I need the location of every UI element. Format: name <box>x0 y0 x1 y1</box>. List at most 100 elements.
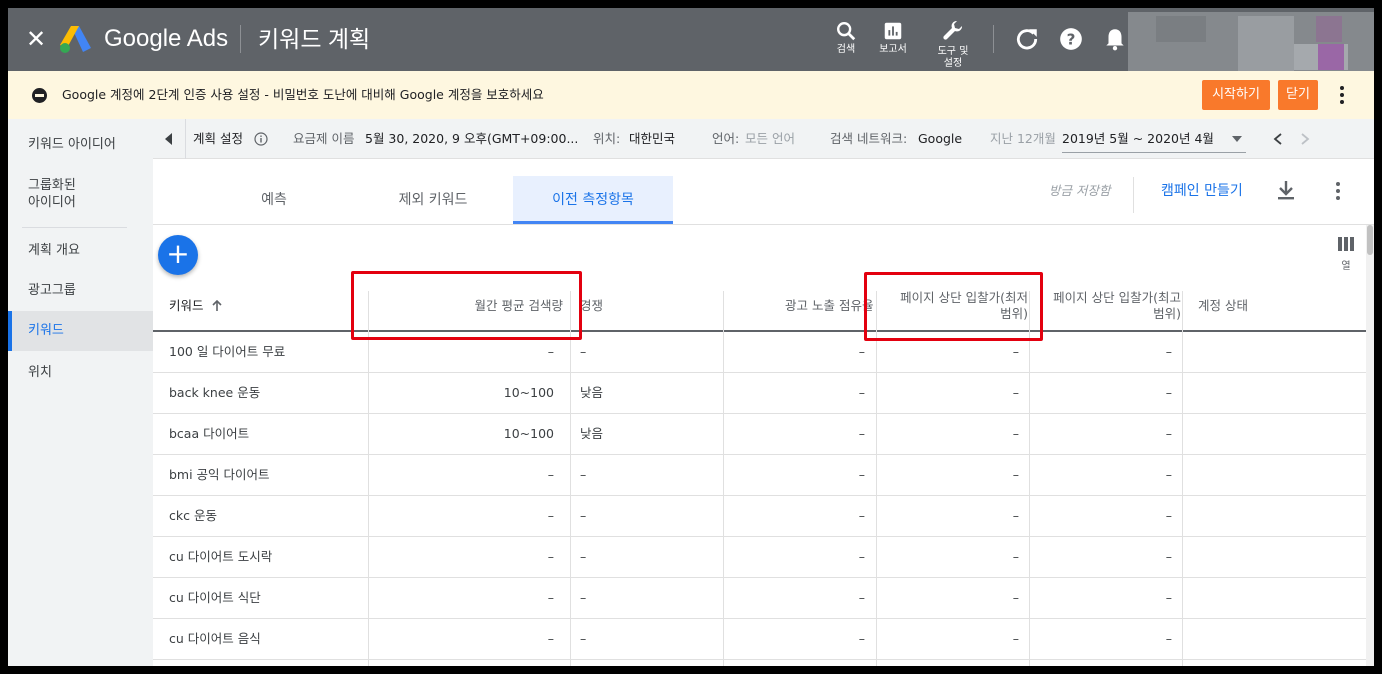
cell-avg-monthly-searches: – <box>547 549 554 564</box>
language-value[interactable]: 모든 언어 <box>745 119 795 159</box>
cell-avg-monthly-searches: – <box>547 590 554 605</box>
tools-settings-button[interactable]: 도구 및 설정 <box>923 16 983 69</box>
location-value[interactable]: 대한민국 <box>629 119 675 159</box>
actions-divider <box>1133 177 1134 213</box>
collapse-arrow-icon[interactable] <box>165 133 173 145</box>
cell-impression-share: – <box>858 467 865 482</box>
column-header-top-bid-high[interactable]: 페이지 상단 입찰가(최고 범위) <box>1041 281 1181 330</box>
column-divider <box>570 291 571 666</box>
table-row[interactable]: bmi 공익 다이어트 – – – – – <box>153 455 1366 496</box>
sidebar-item-grouped-ideas[interactable]: 그룹화된 아이디어 <box>8 177 153 213</box>
reports-tool-button[interactable]: 보고서 <box>863 16 923 66</box>
cell-keyword[interactable]: bmi 공익 다이어트 <box>169 455 359 495</box>
cell-top-bid-high: – <box>1165 385 1172 400</box>
block-icon <box>32 88 47 103</box>
more-options-icon[interactable] <box>1331 179 1345 203</box>
chevron-right-icon[interactable] <box>1300 133 1310 145</box>
help-icon[interactable]: ? <box>1058 26 1084 52</box>
cell-keyword[interactable]: cu 다이어트 음식 <box>169 619 359 659</box>
sort-arrow-up-icon[interactable] <box>211 299 222 312</box>
plan-settings-label[interactable]: 계획 설정 <box>193 119 243 159</box>
sidebar-item-keywords[interactable]: 키워드 <box>8 311 153 351</box>
cell-top-bid-low: – <box>1012 631 1019 646</box>
cell-keyword[interactable]: back knee 운동 <box>169 373 359 413</box>
cell-keyword[interactable]: ckc 운동 <box>169 496 359 536</box>
language-label: 언어: <box>712 131 740 146</box>
cell-top-bid-high: – <box>1165 508 1172 523</box>
table-row[interactable]: cu 다이어트 도시락 – – – – – <box>153 537 1366 578</box>
add-keyword-button[interactable]: + <box>158 235 198 275</box>
columns-button[interactable]: 열 <box>1336 236 1356 274</box>
plan-name-value[interactable]: 5월 30, 2020, 9 오후(GMT+09:00... <box>365 119 578 159</box>
table-header: 키워드 월간 평균 검색량 경쟁 광고 노출 점유율 페이지 상단 입찰가(최저… <box>153 281 1366 332</box>
cell-top-bid-high: – <box>1165 467 1172 482</box>
cell-competition: – <box>580 590 587 605</box>
tab-negative-keywords[interactable]: 제외 키워드 <box>353 176 513 224</box>
cell-impression-share: – <box>858 631 865 646</box>
columns-label: 열 <box>1341 261 1351 272</box>
cell-top-bid-high: – <box>1165 426 1172 441</box>
dismiss-button[interactable]: 닫기 <box>1278 80 1318 110</box>
column-header-keyword[interactable]: 키워드 <box>169 281 349 330</box>
table-row[interactable]: bcaa 다이어트 10~100 낮음 – – – <box>153 414 1366 455</box>
cell-top-bid-high: – <box>1165 590 1172 605</box>
table-row[interactable]: cu 다이어트 식단 – – – – – <box>153 578 1366 619</box>
more-vert-icon[interactable] <box>1332 84 1352 106</box>
cell-competition: – <box>580 508 587 523</box>
refresh-icon[interactable] <box>1014 26 1040 52</box>
cell-top-bid-low: – <box>1012 508 1019 523</box>
tabs-header: 예측 제외 키워드 이전 측정항목 방금 저장함 캠페인 만들기 <box>153 159 1374 225</box>
tab-forecast[interactable]: 예측 <box>195 176 353 224</box>
cell-avg-monthly-searches: 10~100 <box>503 385 554 400</box>
column-header-account-status[interactable]: 계정 상태 <box>1198 281 1318 330</box>
table-row[interactable]: cu 다이어트 음식 – – – – – <box>153 619 1366 660</box>
cell-impression-share: – <box>858 344 865 359</box>
cell-impression-share: – <box>858 508 865 523</box>
scrollbar-thumb[interactable] <box>1367 225 1373 255</box>
reports-tool-label: 보고서 <box>879 44 907 55</box>
plan-name-label: 요금제 이름 <box>293 131 355 146</box>
info-icon[interactable] <box>254 132 268 146</box>
plan-settings-bar: 계획 설정 요금제 이름 5월 30, 2020, 9 오후(GMT+09:00… <box>153 119 1374 159</box>
sidebar-item-locations[interactable]: 위치 <box>8 361 153 385</box>
cell-keyword[interactable]: cu 다이어트 식단 <box>169 578 359 618</box>
cell-keyword[interactable]: cu 다이어트 도시락 <box>169 537 359 577</box>
chevron-left-icon[interactable] <box>1273 133 1283 145</box>
column-divider <box>1029 291 1030 666</box>
cell-top-bid-low: – <box>1012 385 1019 400</box>
left-nav: 키워드 아이디어 그룹화된 아이디어 계획 개요 광고그룹 키워드 위치 <box>8 119 153 666</box>
vertical-scrollbar[interactable] <box>1366 225 1374 666</box>
cell-keyword[interactable]: bcaa 다이어트 <box>169 414 359 454</box>
cell-impression-share: – <box>858 549 865 564</box>
column-divider <box>876 291 877 666</box>
filter-divider <box>185 119 186 159</box>
top-bar: ✕ Google Ads 키워드 계획 검색 보고서 도구 및 설정 ? <box>8 8 1374 78</box>
close-icon[interactable]: ✕ <box>24 24 48 54</box>
security-notice-bar: Google 계정에 2단계 인증 사용 설정 - 비밀번호 도난에 대비해 G… <box>8 71 1374 119</box>
sidebar-item-keyword-ideas[interactable]: 키워드 아이디어 <box>8 135 153 155</box>
tab-historical-metrics[interactable]: 이전 측정항목 <box>513 176 673 224</box>
sidebar-item-ad-groups[interactable]: 광고그룹 <box>8 279 153 303</box>
table-row[interactable]: back knee 운동 10~100 낮음 – – – <box>153 373 1366 414</box>
table-row[interactable]: 100 일 다이어트 무료 – – – – – <box>153 332 1366 373</box>
table-row[interactable]: ckc 운동 – – – – – <box>153 496 1366 537</box>
date-range-value: 2019년 5월 ~ 2020년 4월 <box>1062 131 1214 146</box>
cell-top-bid-high: – <box>1165 549 1172 564</box>
create-campaign-button[interactable]: 캠페인 만들기 <box>1161 179 1243 203</box>
cell-avg-monthly-searches: – <box>547 508 554 523</box>
column-header-competition[interactable]: 경쟁 <box>580 281 620 330</box>
network-value[interactable]: Google <box>918 119 962 159</box>
brand-name: Google Ads <box>104 25 229 52</box>
reports-icon <box>884 22 902 40</box>
dropdown-arrow-icon <box>1232 136 1242 142</box>
notifications-bell-icon[interactable] <box>1102 26 1128 52</box>
column-divider <box>368 291 369 666</box>
start-button[interactable]: 시작하기 <box>1202 80 1270 110</box>
account-avatar-blurred[interactable] <box>1128 12 1374 78</box>
download-icon[interactable] <box>1275 179 1297 203</box>
cell-keyword[interactable]: 100 일 다이어트 무료 <box>169 332 359 372</box>
date-range-dropdown[interactable]: 2019년 5월 ~ 2020년 4월 <box>1062 125 1246 153</box>
sidebar-item-plan-overview[interactable]: 계획 개요 <box>8 241 153 261</box>
column-header-impression-share[interactable]: 광고 노출 점유율 <box>743 281 873 330</box>
header-divider-2 <box>993 25 994 53</box>
